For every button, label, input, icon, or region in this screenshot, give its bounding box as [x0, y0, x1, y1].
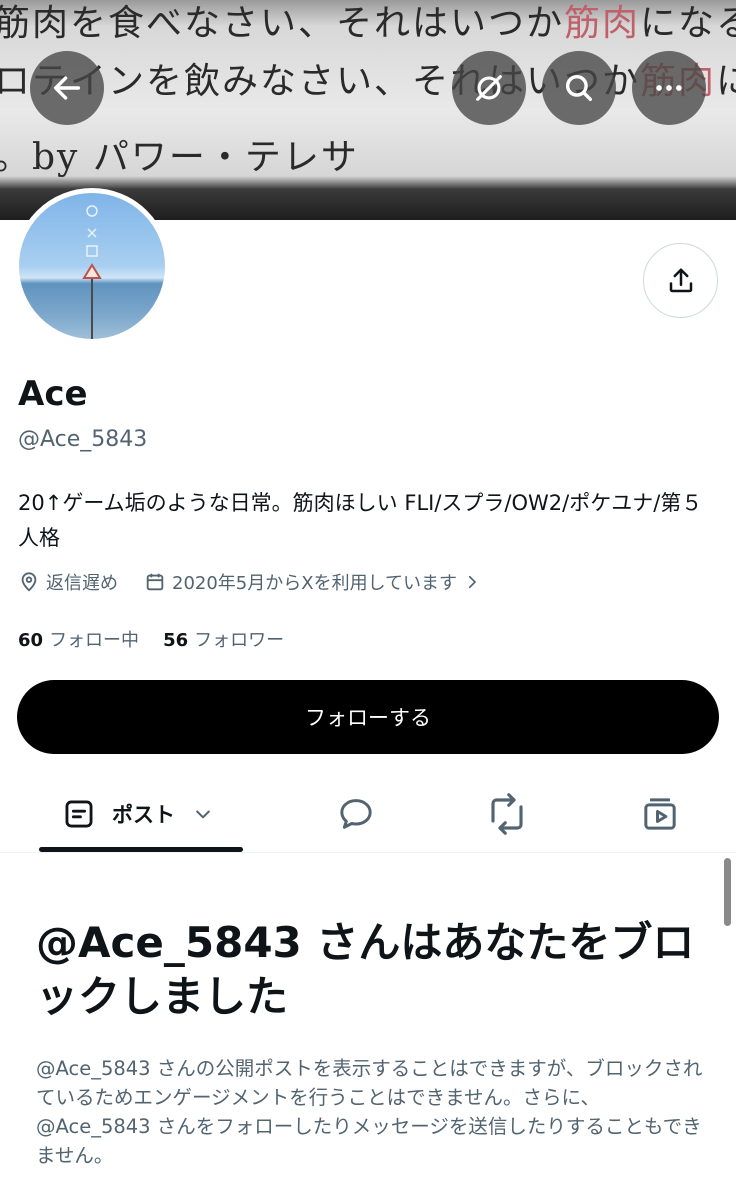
- blocked-description: @Ace_5843 さんの公開ポストを表示することはできますが、ブロックされてい…: [36, 1057, 703, 1167]
- profile-banner[interactable]: 筋肉を食べなさい、それはいつか筋肉になるから。 ロテインを飲みなさい、それはいつ…: [0, 0, 736, 220]
- followers-link[interactable]: 56 フォロワー: [163, 626, 284, 652]
- back-arrow-icon: [53, 76, 81, 100]
- more-icon: [656, 85, 682, 91]
- banner-text-line-3: 。by パワー・テレサ: [0, 137, 359, 178]
- chevron-right-icon: [468, 575, 477, 589]
- tab-active-indicator: [39, 847, 243, 852]
- avatar-image: [82, 205, 102, 339]
- scrollbar[interactable]: [724, 858, 731, 926]
- more-button[interactable]: [632, 51, 706, 125]
- joined-item[interactable]: 2020年5月からXを利用しています: [144, 569, 487, 595]
- follow-button[interactable]: フォローする: [17, 680, 719, 754]
- tab-reposts[interactable]: [486, 775, 528, 853]
- profile-tabs: ポスト: [0, 775, 736, 853]
- search-icon: [565, 74, 593, 102]
- profile-bio: 20↑ゲーム垢のような日常。筋肉ほしい FLI/スプラ/OW2/ポケユナ/第５人…: [18, 491, 703, 550]
- search-button[interactable]: [542, 51, 616, 125]
- posts-icon: [65, 800, 93, 828]
- location-text: 返信遅め: [46, 573, 118, 594]
- location-icon: [21, 572, 37, 592]
- banner-text-line-2: ロテインを飲みなさい、それはいつか筋肉になる: [0, 61, 736, 102]
- profile-meta: 返信遅め 2020年5月からXを利用しています: [18, 569, 487, 595]
- share-button[interactable]: [643, 243, 718, 318]
- avatar[interactable]: [14, 188, 170, 344]
- tab-posts-label: ポスト: [112, 803, 175, 827]
- location-item: 返信遅め: [18, 569, 118, 595]
- tab-media[interactable]: [640, 775, 680, 853]
- tab-replies[interactable]: [336, 775, 376, 853]
- blocked-title: @Ace_5843 さんはあなたをブロックしました: [36, 918, 695, 1021]
- chevron-down-icon[interactable]: [193, 804, 213, 824]
- back-button[interactable]: [30, 51, 104, 125]
- share-icon: [669, 268, 692, 292]
- followers-count: 56: [163, 630, 189, 651]
- joined-text: 2020年5月からXを利用しています: [172, 573, 458, 594]
- following-label: フォロー中: [49, 630, 140, 651]
- grok-icon: [476, 75, 502, 101]
- profile-handle: @Ace_5843: [18, 427, 148, 452]
- grok-button[interactable]: [452, 51, 526, 125]
- media-icon: [644, 798, 676, 830]
- banner-text-line-1: 筋肉を食べなさい、それはいつか筋肉になるから。: [0, 3, 736, 44]
- followers-label: フォロワー: [194, 630, 285, 651]
- repost-icon: [491, 793, 523, 835]
- follow-stats: 60 フォロー中 56 フォロワー: [18, 626, 308, 652]
- following-count: 60: [18, 630, 44, 651]
- following-link[interactable]: 60 フォロー中: [18, 626, 139, 652]
- profile-name: Ace: [18, 374, 88, 414]
- tab-posts[interactable]: ポスト: [62, 775, 213, 853]
- reply-icon: [340, 799, 372, 829]
- calendar-icon: [146, 573, 164, 591]
